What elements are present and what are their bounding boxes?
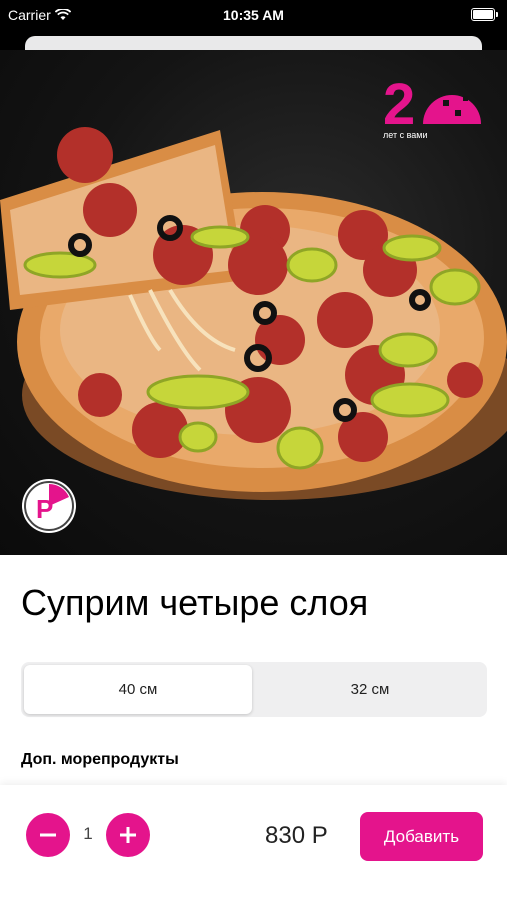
minus-icon bbox=[40, 833, 56, 837]
pizza-brand-icon: P bbox=[24, 481, 74, 531]
status-time: 10:35 AM bbox=[223, 7, 284, 23]
decrease-quantity-button[interactable] bbox=[26, 813, 70, 857]
size-option-40[interactable]: 40 см bbox=[24, 665, 252, 714]
product-title: Суприм четыре слоя bbox=[21, 582, 369, 623]
increase-quantity-button[interactable] bbox=[106, 813, 150, 857]
product-image: 2 лет с вами P bbox=[0, 50, 507, 555]
add-to-cart-button[interactable]: Добавить bbox=[360, 812, 483, 861]
battery-icon bbox=[471, 8, 498, 21]
size-option-32[interactable]: 32 см bbox=[256, 665, 484, 714]
brand-logo: P bbox=[22, 479, 76, 533]
extras-label: Доп. морепродукты bbox=[21, 751, 179, 768]
size-selector: 40 см 32 см bbox=[21, 662, 487, 717]
price-label: 830 Р bbox=[265, 822, 328, 849]
svg-text:P: P bbox=[36, 494, 53, 524]
anniversary-badge: 2 лет с вами bbox=[383, 72, 485, 142]
status-bar: Carrier 10:35 AM bbox=[0, 0, 507, 32]
sheet-grabber[interactable] bbox=[25, 36, 482, 50]
anniversary-caption: лет с вами bbox=[383, 130, 428, 140]
anniversary-logo-icon: 2 bbox=[383, 72, 481, 132]
svg-text:2: 2 bbox=[383, 72, 415, 132]
plus-icon bbox=[120, 827, 136, 843]
quantity-value: 1 bbox=[83, 824, 93, 843]
order-bar: 1 830 Р Добавить bbox=[0, 785, 507, 900]
